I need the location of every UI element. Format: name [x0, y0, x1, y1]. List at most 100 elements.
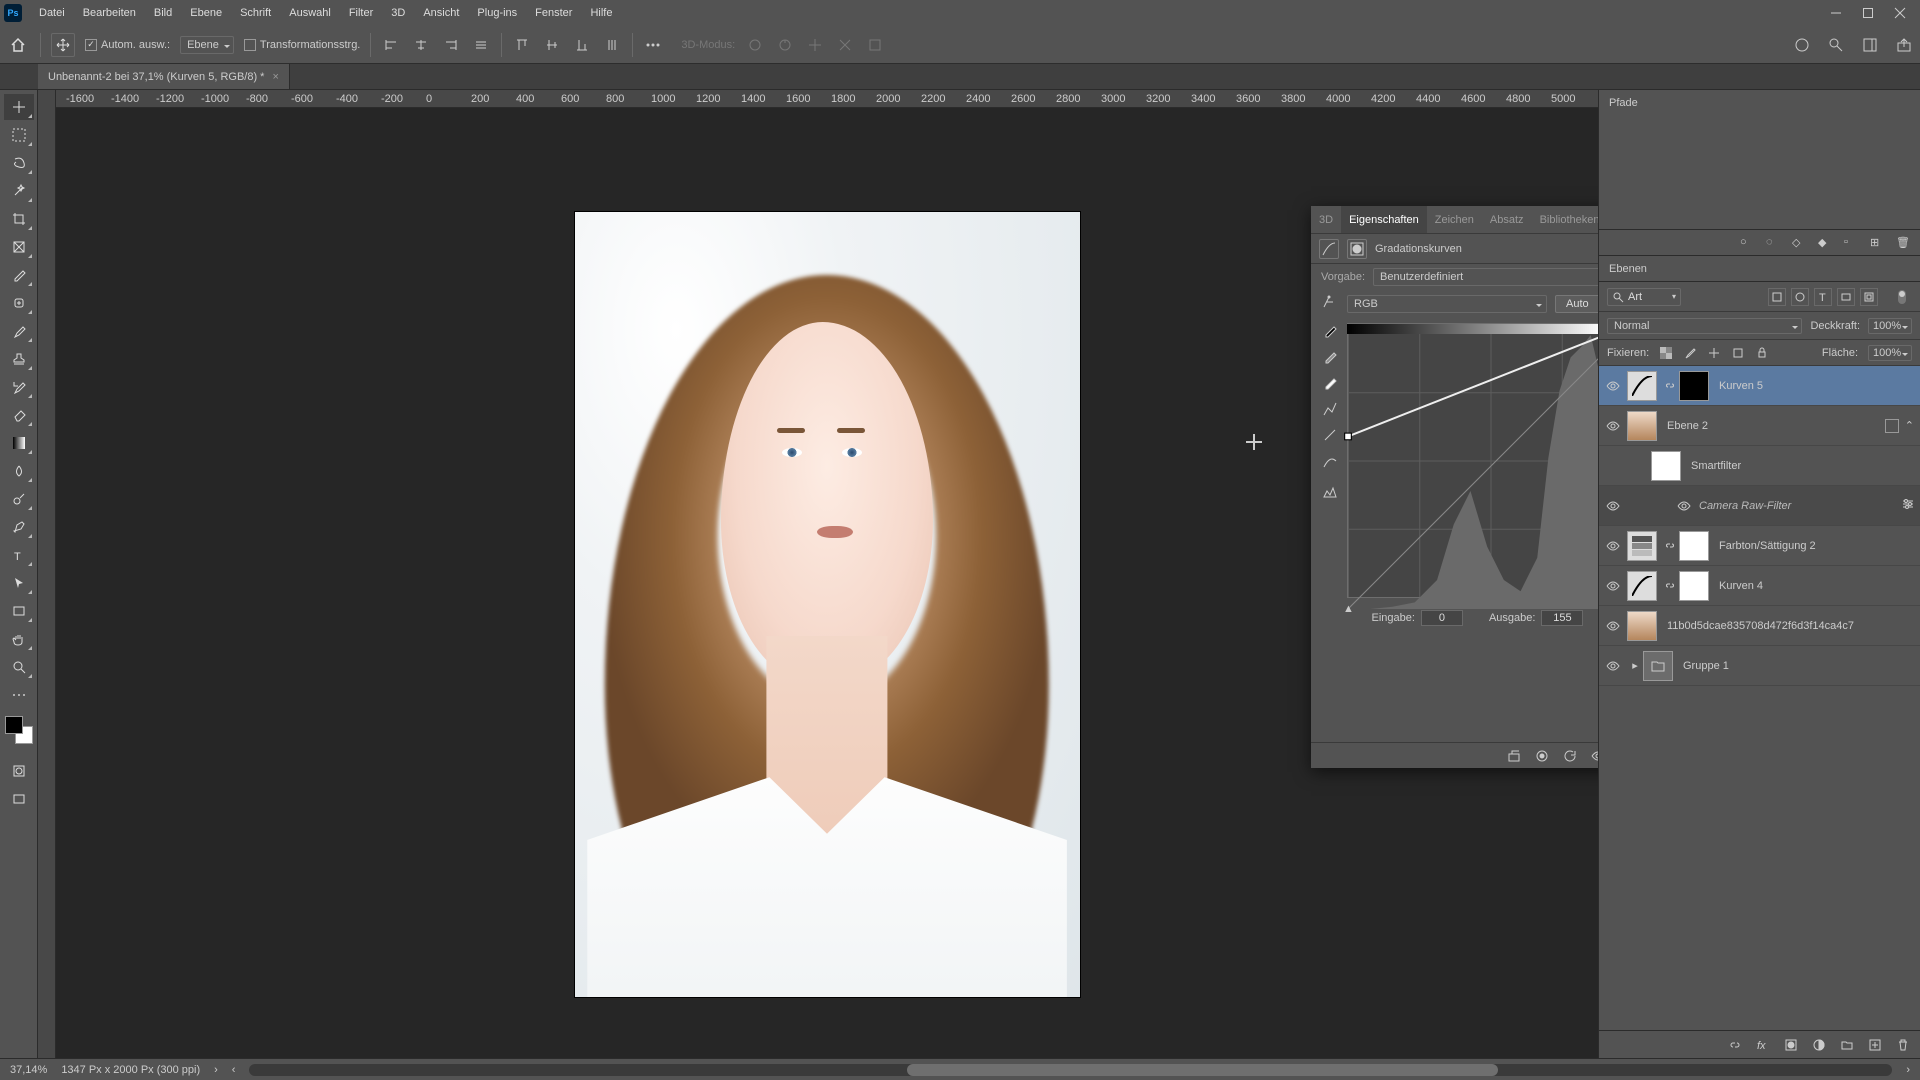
- hand-tool[interactable]: [4, 626, 34, 652]
- auto-button[interactable]: Auto: [1555, 295, 1598, 313]
- menu-file[interactable]: Datei: [30, 0, 74, 26]
- expand-icon[interactable]: ⌃: [1905, 419, 1914, 432]
- doc-info-arrow-icon[interactable]: ›: [214, 1064, 218, 1076]
- filter-visibility[interactable]: [1675, 499, 1693, 513]
- layer-name[interactable]: Kurven 4: [1713, 580, 1920, 592]
- new-adjustment-icon[interactable]: [1812, 1038, 1826, 1052]
- menu-type[interactable]: Schrift: [231, 0, 280, 26]
- link-layers-icon[interactable]: [1728, 1038, 1742, 1052]
- more-options-icon[interactable]: [643, 35, 663, 55]
- stamp-tool[interactable]: [4, 346, 34, 372]
- lasso-tool[interactable]: [4, 150, 34, 176]
- black-point-slider[interactable]: ▲: [1343, 603, 1354, 615]
- panel-tab-paragraph[interactable]: Absatz: [1482, 206, 1532, 233]
- workspace-icon[interactable]: [1860, 35, 1880, 55]
- filter-toggle[interactable]: [1898, 290, 1906, 304]
- panel-tab-3d[interactable]: 3D: [1311, 206, 1341, 233]
- input-value[interactable]: [1421, 610, 1463, 626]
- crop-tool[interactable]: [4, 206, 34, 232]
- layer-row[interactable]: 11b0d5dcae835708d472f6d3f14ca4c7: [1599, 606, 1920, 646]
- align-right-icon[interactable]: [441, 35, 461, 55]
- visibility-toggle[interactable]: [1599, 379, 1627, 393]
- auto-select-checkbox[interactable]: Autom. ausw.:: [85, 39, 170, 51]
- path-mask-icon[interactable]: ◆: [1818, 236, 1832, 250]
- panel-tab-libraries[interactable]: Bibliotheken: [1532, 206, 1598, 233]
- menu-layer[interactable]: Ebene: [181, 0, 231, 26]
- lock-transparent-icon[interactable]: [1659, 346, 1673, 360]
- history-brush-tool[interactable]: [4, 374, 34, 400]
- menu-edit[interactable]: Bearbeiten: [74, 0, 145, 26]
- fill-value[interactable]: 100%: [1868, 345, 1912, 361]
- filter-type-icon[interactable]: T: [1814, 288, 1832, 306]
- type-tool[interactable]: T: [4, 542, 34, 568]
- menu-help[interactable]: Hilfe: [581, 0, 621, 26]
- magic-wand-tool[interactable]: [4, 178, 34, 204]
- sample-white-icon[interactable]: [1322, 375, 1338, 391]
- add-mask-icon[interactable]: [1784, 1038, 1798, 1052]
- visibility-toggle[interactable]: [1599, 419, 1627, 433]
- filter-smart-icon[interactable]: [1860, 288, 1878, 306]
- visibility-toggle[interactable]: [1599, 499, 1627, 513]
- auto-select-dropdown[interactable]: Ebene: [180, 36, 234, 54]
- cloud-docs-icon[interactable]: [1792, 35, 1812, 55]
- zoom-level[interactable]: 37,14%: [10, 1064, 47, 1076]
- search-icon[interactable]: [1826, 35, 1846, 55]
- blur-tool[interactable]: [4, 458, 34, 484]
- sample-black-icon[interactable]: [1322, 323, 1338, 339]
- reset-icon[interactable]: [1562, 748, 1578, 764]
- layer-name[interactable]: Camera Raw-Filter: [1693, 500, 1902, 512]
- path-selection-tool[interactable]: [4, 570, 34, 596]
- pen-tool[interactable]: [4, 514, 34, 540]
- chevron-right-icon[interactable]: ▸: [1627, 659, 1643, 672]
- screen-mode-icon[interactable]: [4, 786, 34, 812]
- align-left-icon[interactable]: [381, 35, 401, 55]
- move-tool-icon[interactable]: [51, 33, 75, 57]
- new-path-icon[interactable]: ▫: [1844, 236, 1858, 250]
- sample-gray-icon[interactable]: [1322, 349, 1338, 365]
- rectangle-tool[interactable]: [4, 598, 34, 624]
- layer-row[interactable]: Kurven 5: [1599, 366, 1920, 406]
- filter-options-icon[interactable]: [1902, 498, 1914, 513]
- layer-name[interactable]: Farbton/Sättigung 2: [1713, 540, 1920, 552]
- align-center-v-icon[interactable]: [542, 35, 562, 55]
- transform-controls-checkbox[interactable]: Transformationsstrg.: [244, 39, 360, 51]
- layer-name[interactable]: Gruppe 1: [1677, 660, 1920, 672]
- more-tools-icon[interactable]: [4, 682, 34, 708]
- toggle-visibility-icon[interactable]: [1590, 748, 1598, 764]
- blend-mode-dropdown[interactable]: Normal: [1607, 318, 1802, 334]
- path-stroke-icon[interactable]: ◌: [1766, 236, 1780, 250]
- layer-filter-kind[interactable]: ▾: [1607, 288, 1681, 306]
- draw-curve-icon[interactable]: [1322, 427, 1338, 443]
- layer-row[interactable]: Kurven 4: [1599, 566, 1920, 606]
- quick-mask-icon[interactable]: [4, 758, 34, 784]
- edit-points-icon[interactable]: [1322, 401, 1338, 417]
- align-bottom-icon[interactable]: [572, 35, 592, 55]
- color-swatches[interactable]: [5, 716, 33, 744]
- doc-info[interactable]: 1347 Px x 2000 Px (300 ppi): [61, 1064, 200, 1076]
- close-tab-icon[interactable]: ×: [272, 71, 278, 83]
- menu-plugins[interactable]: Plug-ins: [468, 0, 526, 26]
- path-fill-icon[interactable]: ○: [1740, 236, 1754, 250]
- filter-pixel-icon[interactable]: [1768, 288, 1786, 306]
- visibility-toggle[interactable]: [1599, 619, 1627, 633]
- delete-layer-icon[interactable]: [1896, 1038, 1910, 1052]
- show-clipping-icon[interactable]: [1322, 485, 1338, 501]
- filter-adjust-icon[interactable]: [1791, 288, 1809, 306]
- menu-view[interactable]: Ansicht: [414, 0, 468, 26]
- scroll-right-icon[interactable]: ›: [1906, 1064, 1910, 1076]
- brush-tool[interactable]: [4, 318, 34, 344]
- menu-select[interactable]: Auswahl: [280, 0, 340, 26]
- home-icon[interactable]: [6, 33, 30, 57]
- menu-3d[interactable]: 3D: [382, 0, 414, 26]
- opacity-value[interactable]: 100%: [1868, 318, 1912, 334]
- visibility-toggle[interactable]: [1599, 539, 1627, 553]
- lock-all-icon[interactable]: [1755, 346, 1769, 360]
- lock-artboard-icon[interactable]: [1731, 346, 1745, 360]
- curves-graph[interactable]: ▲ △: [1347, 323, 1598, 598]
- window-maximize-button[interactable]: [1852, 0, 1884, 26]
- channel-dropdown[interactable]: RGB: [1347, 295, 1547, 313]
- link-icon[interactable]: [1663, 541, 1677, 551]
- share-icon[interactable]: [1894, 35, 1914, 55]
- visibility-toggle[interactable]: [1599, 659, 1627, 673]
- horizontal-scrollbar[interactable]: [249, 1064, 1892, 1076]
